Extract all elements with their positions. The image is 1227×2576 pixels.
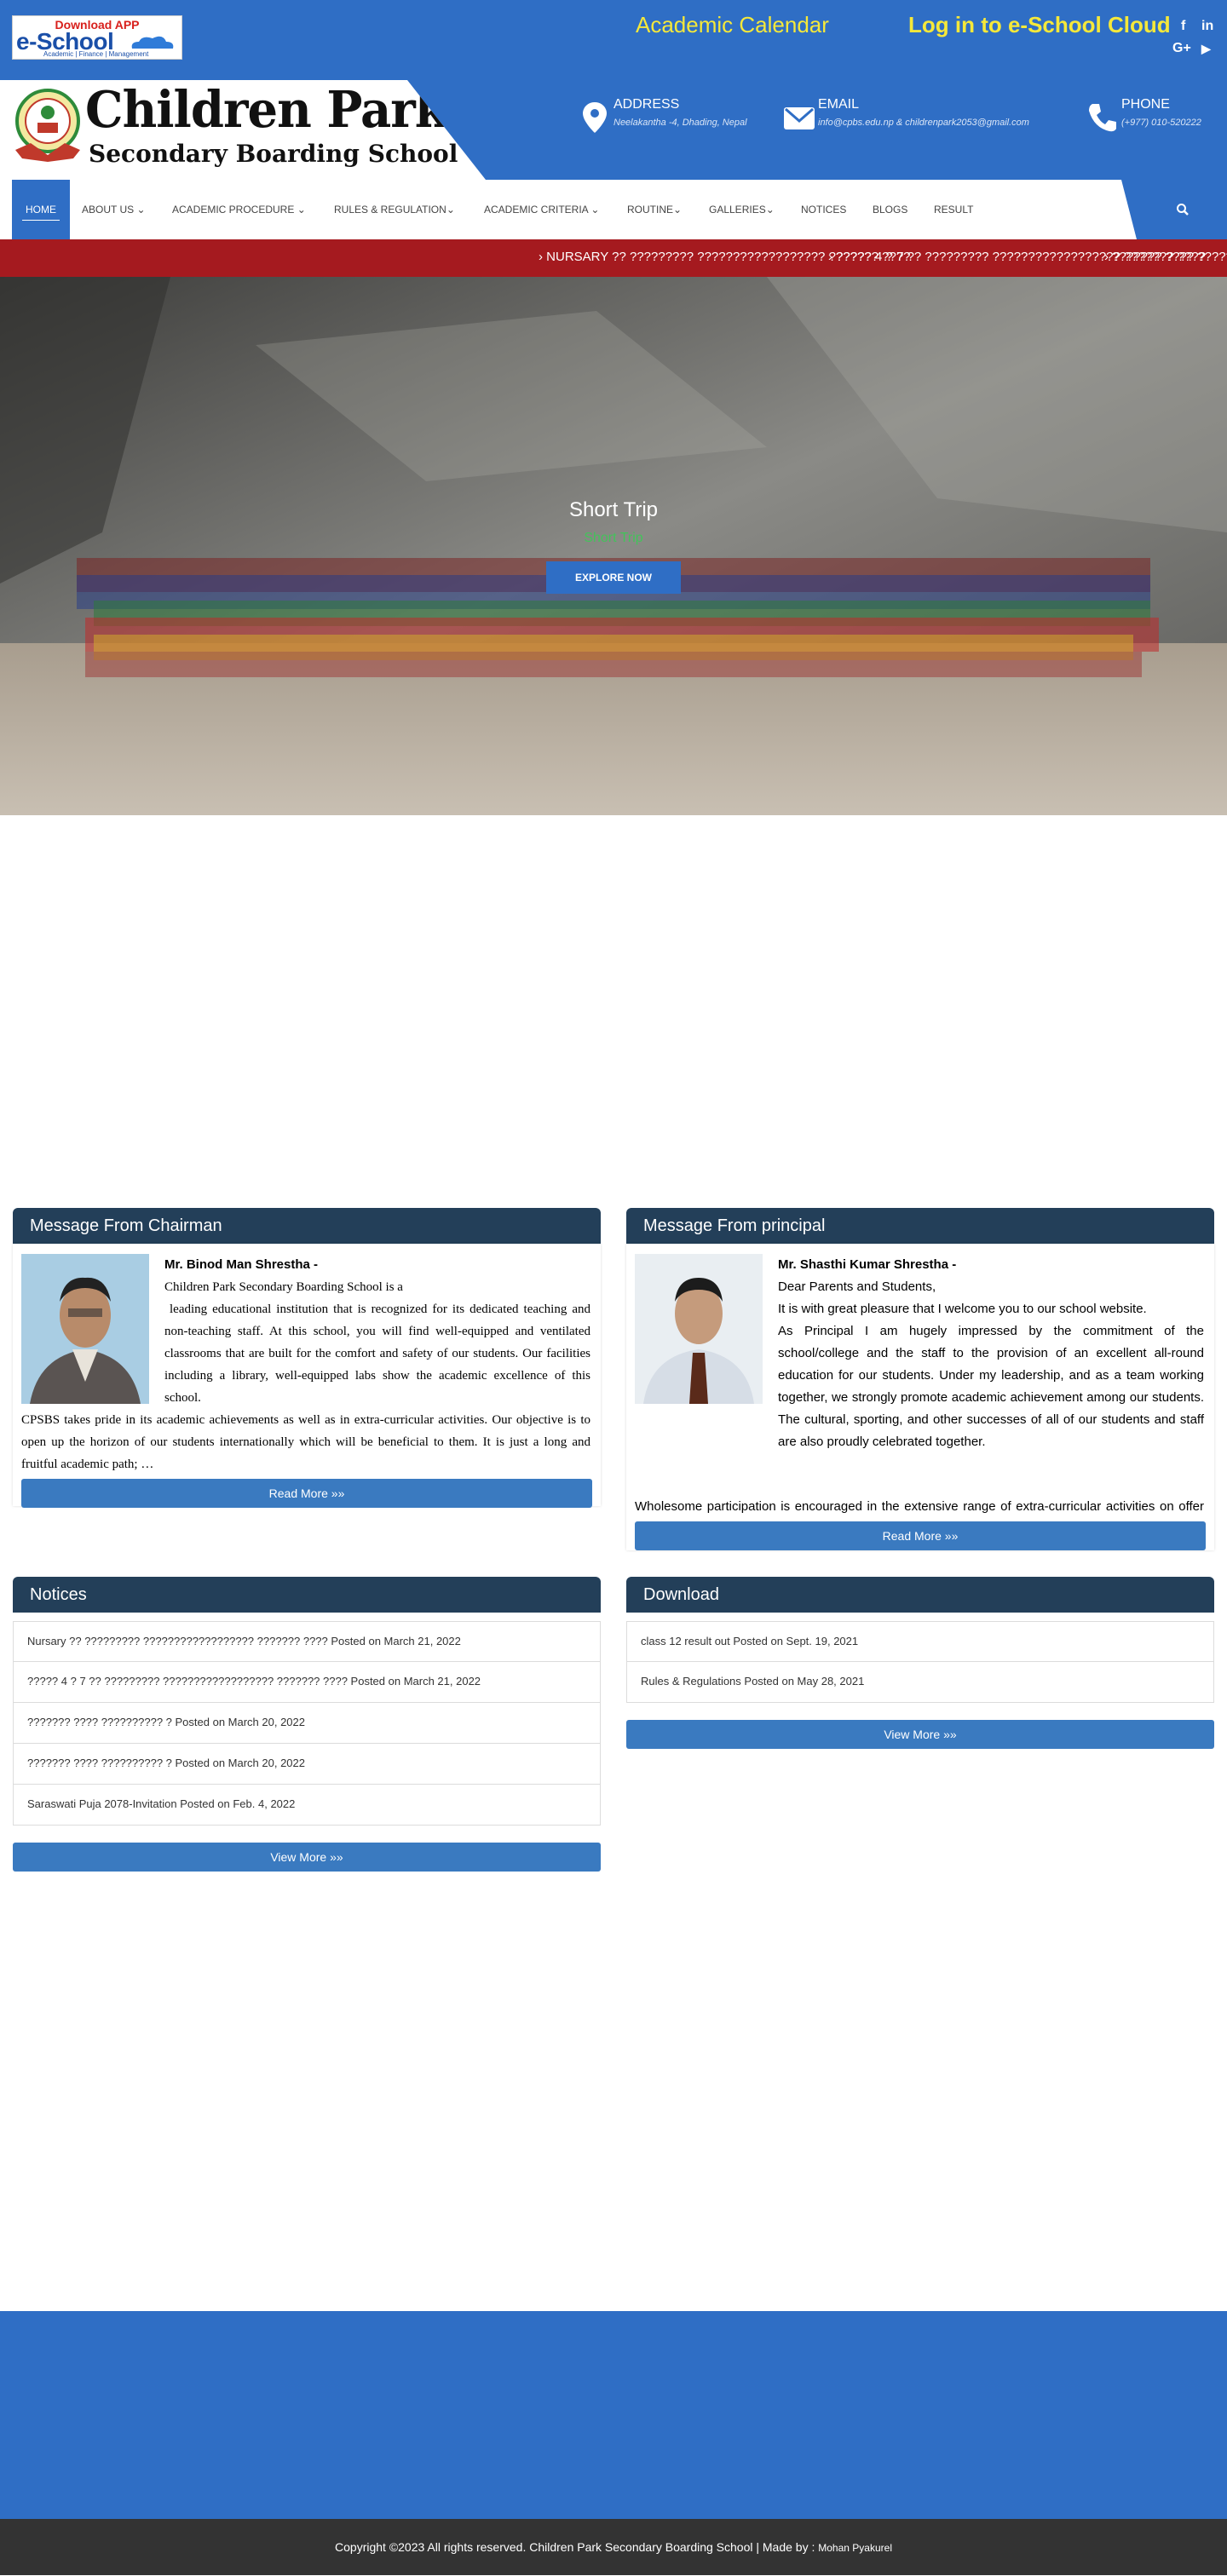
school-logo-panel[interactable]: Children Park Secondary Boarding School — [0, 80, 486, 180]
map-marker-icon — [583, 102, 607, 133]
notices-heading: Notices — [13, 1577, 601, 1613]
chevron-down-icon: ⌄ — [590, 204, 600, 216]
envelope-icon — [784, 107, 815, 129]
hero-title: Short Trip — [568, 498, 659, 521]
notices-panel: Notices — [13, 1577, 601, 1613]
chairman-text-body: leading educational institution that is … — [164, 1302, 590, 1405]
download-panel: Download — [626, 1577, 1214, 1613]
chairman-read-more-button[interactable]: Read More »» — [21, 1479, 592, 1508]
download-view-more-button[interactable]: View More »» — [626, 1720, 1214, 1749]
principal-text-body: As Principal I am hugely impressed by th… — [778, 1324, 1204, 1449]
linkedin-icon[interactable]: in — [1201, 19, 1213, 34]
hero-slider: Short Trip Short Trip EXPLORE NOW — [0, 277, 1227, 815]
address-text: Neelakantha -4, Dhading, Nepal — [614, 118, 747, 128]
phone-icon — [1089, 104, 1116, 132]
eschool-login-link[interactable]: Log in to e-School Cloud — [908, 12, 1171, 38]
nav-routine[interactable]: ROUTINE⌄ — [627, 180, 682, 239]
notice-item[interactable]: ??????? ???? ?????????? ? Posted on Marc… — [13, 1703, 601, 1744]
nav-about-us-label: ABOUT US — [82, 204, 135, 216]
nav-academic-criteria[interactable]: ACADEMIC CRITERIA ⌄ — [484, 180, 599, 239]
nav-home-label: HOME — [26, 204, 56, 216]
chairman-text-intro: Children Park Secondary Boarding School … — [164, 1280, 403, 1294]
chairman-body: Mr. Binod Man Shrestha - Children Park S… — [13, 1244, 601, 1506]
download-list: class 12 result out Posted on Sept. 19, … — [626, 1621, 1214, 1703]
nav-rules-regulation-label: RULES & REGULATION — [334, 204, 446, 216]
download-heading: Download — [626, 1577, 1214, 1613]
chairman-photo — [21, 1254, 149, 1404]
footer-band — [0, 2311, 1227, 2519]
search-icon — [1177, 204, 1189, 216]
footer-copyright-bar: Copyright ©2023 All rights reserved. Chi… — [0, 2519, 1227, 2575]
chairman-message-panel: Message From Chairman Mr. Binod Man Shre… — [13, 1208, 601, 1508]
explore-now-button[interactable]: EXPLORE NOW — [546, 561, 681, 594]
chairman-heading: Message From Chairman — [13, 1208, 601, 1244]
principal-name: Mr. Shasthi Kumar Shrestha - — [778, 1257, 957, 1272]
chevron-down-icon: ⌄ — [446, 204, 455, 216]
nav-search-button[interactable] — [1121, 180, 1227, 239]
hero-photo — [0, 277, 1227, 815]
facebook-icon[interactable]: f — [1181, 19, 1185, 34]
download-item[interactable]: Rules & Regulations Posted on May 28, 20… — [626, 1662, 1214, 1703]
google-plus-icon[interactable]: G+ — [1172, 41, 1191, 56]
nav-academic-criteria-label: ACADEMIC CRITERIA — [484, 204, 589, 216]
site-header: Children Park Secondary Boarding School … — [0, 80, 1227, 180]
nav-result[interactable]: RESULT — [934, 180, 973, 239]
nav-galleries[interactable]: GALLERIES⌄ — [709, 180, 775, 239]
notices-list: Nursary ?? ????????? ?????????????????? … — [13, 1621, 601, 1826]
notice-item[interactable]: ????? 4 ? 7 ?? ????????? ???????????????… — [13, 1662, 601, 1703]
nav-blogs[interactable]: BLOGS — [873, 180, 907, 239]
chevron-down-icon: ⌄ — [136, 204, 146, 216]
nav-home[interactable]: HOME — [12, 180, 70, 239]
ticker-text: ??????? ???? ?????????? — [1112, 250, 1227, 264]
nav-galleries-label: GALLERIES — [709, 204, 766, 216]
notice-item[interactable]: Saraswati Puja 2078-Invitation Posted on… — [13, 1785, 601, 1826]
main-navigation: HOME ABOUT US ⌄ ACADEMIC PROCEDURE ⌄ RUL… — [0, 180, 1227, 239]
principal-welcome: It is with great pleasure that I welcome… — [778, 1302, 1147, 1316]
nav-notices[interactable]: NOTICES — [801, 180, 846, 239]
phone-text[interactable]: (+977) 010-520222 — [1121, 118, 1201, 128]
school-name-line2: Secondary Boarding School — [89, 140, 458, 168]
youtube-icon[interactable]: ▶ — [1201, 42, 1211, 56]
download-app-banner[interactable]: Download APP e-School Academic | Finance… — [12, 15, 182, 60]
chairman-text-more: CPSBS takes pride in its academic achiev… — [21, 1413, 590, 1471]
academic-calendar-link[interactable]: Academic Calendar — [636, 12, 829, 38]
notice-item[interactable]: ??????? ???? ?????????? ? Posted on Marc… — [13, 1744, 601, 1785]
chevron-down-icon: ⌄ — [673, 204, 683, 216]
ticker-item[interactable]: › ??????? ???? ?????????? — [1104, 250, 1227, 264]
hero-subtitle: Short Trip — [584, 531, 643, 545]
notices-view-more-button[interactable]: View More »» — [13, 1843, 601, 1872]
principal-body: Mr. Shasthi Kumar Shrestha - Dear Parent… — [626, 1244, 1214, 1550]
principal-message-panel: Message From principal Mr. Shasthi Kumar… — [626, 1208, 1214, 1550]
principal-read-more-button[interactable]: Read More »» — [635, 1521, 1206, 1550]
school-crest-icon — [15, 89, 80, 162]
author-link[interactable]: Mohan Pyakurel — [818, 2542, 892, 2554]
top-bar: Download APP e-School Academic | Finance… — [0, 0, 1227, 80]
app-badge-tagline: Academic | Finance | Management — [43, 50, 149, 58]
cloud-icon — [131, 36, 174, 49]
address-title: ADDRESS — [614, 97, 680, 112]
chairman-name: Mr. Binod Man Shrestha - — [164, 1257, 319, 1272]
chevron-down-icon: ⌄ — [297, 204, 306, 216]
nav-routine-label: ROUTINE — [627, 204, 673, 216]
news-ticker: › NURSARY ?? ????????? ?????????????????… — [0, 239, 1227, 277]
nav-about-us[interactable]: ABOUT US ⌄ — [82, 180, 146, 239]
chevron-down-icon: ⌄ — [765, 204, 775, 216]
nav-academic-procedure-label: ACADEMIC PROCEDURE — [172, 204, 295, 216]
copyright-text: Copyright ©2023 All rights reserved. Chi… — [335, 2540, 815, 2554]
school-name-line1: Children Park — [85, 80, 448, 140]
nav-academic-procedure[interactable]: ACADEMIC PROCEDURE ⌄ — [172, 180, 306, 239]
phone-title: PHONE — [1121, 97, 1170, 112]
nav-rules-regulation[interactable]: RULES & REGULATION⌄ — [334, 180, 455, 239]
principal-greeting: Dear Parents and Students, — [778, 1279, 936, 1294]
principal-heading: Message From principal — [626, 1208, 1214, 1244]
principal-photo — [635, 1254, 763, 1404]
download-item[interactable]: class 12 result out Posted on Sept. 19, … — [626, 1621, 1214, 1662]
email-text[interactable]: info@cpbs.edu.np & childrenpark2053@gmai… — [818, 118, 1029, 128]
notice-item[interactable]: Nursary ?? ????????? ?????????????????? … — [13, 1621, 601, 1662]
email-title: EMAIL — [818, 97, 860, 112]
